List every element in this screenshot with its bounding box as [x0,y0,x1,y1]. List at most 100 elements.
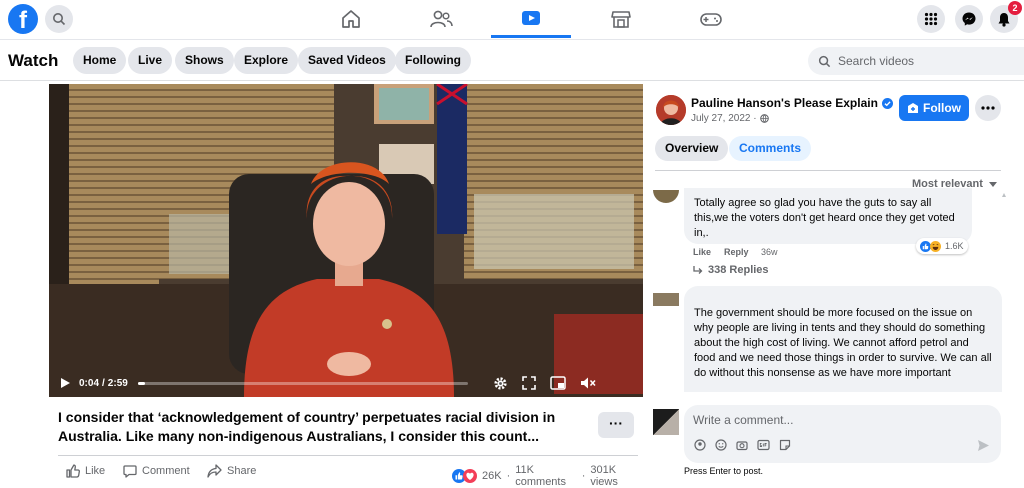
settings-gear-icon[interactable] [493,376,508,391]
home-icon [342,10,360,28]
comment-text: Totally agree so glad you have the guts … [694,197,955,239]
thumbs-up-icon [66,464,80,478]
reply-arrow-icon [693,266,703,274]
page-name[interactable]: Pauline Hanson's Please Explain [691,96,878,110]
stats-separator: · [506,470,511,482]
video-player[interactable]: 0:04 / 2:59 [49,84,643,397]
camera-icon[interactable] [736,439,748,451]
commenter-avatar[interactable] [653,190,679,203]
nav-marketplace[interactable] [581,0,661,38]
bell-icon [998,12,1010,27]
follow-label: Follow [923,101,961,115]
picture-in-picture-icon[interactable] [550,376,566,390]
top-navigation-bar: f 2 [0,0,1024,40]
nav-watch[interactable] [491,0,571,38]
follow-page-icon [908,103,918,113]
comment-reactions[interactable]: 1.6K [916,238,968,254]
notifications-button[interactable]: 2 [990,1,1022,33]
verified-badge-icon [881,97,893,109]
post-date-row: July 27, 2022 · [691,113,769,124]
view-replies-link[interactable]: 338 Replies [693,264,769,276]
like-button[interactable]: Like [66,464,105,478]
volume-muted-icon[interactable] [580,376,596,390]
tab-live[interactable]: Live [128,47,173,74]
nav-gaming[interactable] [671,0,751,38]
comments-scrollbar[interactable] [1002,192,1006,392]
page-name-row: Pauline Hanson's Please Explain [691,96,893,110]
search-icon [818,55,831,67]
tab-shows[interactable]: Shows [175,47,234,74]
reaction-count[interactable]: 26K [482,470,502,482]
video-controls: 0:04 / 2:59 [49,369,643,397]
video-caption: I consider that ‘acknowledgement of coun… [58,409,556,444]
post-more-button[interactable]: ··· [598,412,634,438]
video-progress-bar[interactable] [137,381,468,385]
comment-age[interactable]: 36w [761,247,778,257]
more-dots-icon [981,106,995,110]
marketplace-icon [611,11,631,28]
messenger-button[interactable] [955,5,983,33]
follow-button[interactable]: Follow [899,95,969,121]
avatar-sticker-icon[interactable] [694,439,706,451]
search-videos-input[interactable]: Search videos [808,47,1024,75]
share-label: Share [227,465,257,477]
tab-explore[interactable]: Explore [234,47,299,74]
composer-tools [694,439,791,451]
tab-overview[interactable]: Overview [655,136,729,161]
stats-separator: · [581,470,586,482]
play-icon[interactable] [59,377,71,389]
nav-friends[interactable] [401,0,481,38]
comment-button[interactable]: Comment [123,464,190,478]
comment-reply-link[interactable]: Reply [724,247,749,257]
nav-home[interactable] [311,0,391,38]
notification-badge: 2 [1008,1,1022,15]
replies-count: 338 Replies [708,264,769,276]
love-reaction-icon [463,469,477,483]
tab-saved-videos[interactable]: Saved Videos [298,47,396,74]
video-current-time: 0:04 [79,377,100,389]
sticker-icon[interactable] [779,439,791,451]
post-actions-bar: Like Comment Share 26K · 11K comments · … [58,455,638,488]
watch-subnav: Watch Home Live Shows Explore Saved Vide… [0,41,1024,81]
friends-icon [430,10,453,28]
comment-bubble-icon [123,465,137,478]
video-frame [49,84,643,397]
facebook-logo[interactable]: f [8,4,38,34]
composer-hint: Press Enter to post. [684,466,764,476]
caret-down-icon [988,181,997,187]
gaming-controller-icon [700,13,722,26]
comment-bubble: Totally agree so glad you have the guts … [684,188,972,244]
current-user-avatar[interactable] [653,409,679,435]
post-details-panel: Pauline Hanson's Please Explain July 27,… [643,82,1024,488]
comment-text: The government should be more focused on… [694,307,992,379]
comment-reaction-count: 1.6K [945,241,964,251]
comments-count[interactable]: 11K comments [515,464,576,488]
search-button[interactable] [45,5,73,33]
tab-home[interactable]: Home [73,47,127,74]
comment-input-placeholder[interactable]: Write a comment... [693,413,793,427]
page-avatar[interactable] [656,95,686,125]
profile-photo [656,95,686,125]
scroll-up-arrow[interactable] [1002,192,1006,197]
post-date[interactable]: July 27, 2022 · [691,113,757,124]
fullscreen-icon[interactable] [522,376,536,390]
video-duration: 2:59 [107,377,128,389]
divider [655,170,1001,171]
emoji-icon[interactable] [715,439,727,451]
globe-icon [759,114,769,123]
comment-like-link[interactable]: Like [693,247,711,257]
tab-comments[interactable]: Comments [729,136,812,161]
haha-reaction-icon [930,240,941,252]
share-arrow-icon [207,464,222,478]
commenter-avatar[interactable] [653,293,679,306]
page-more-button[interactable] [975,95,1001,121]
comment-composer[interactable]: Write a comment... [684,405,1001,463]
watch-video-icon [522,10,540,25]
gif-icon[interactable] [757,439,770,451]
send-icon[interactable] [977,439,990,452]
reaction-icons[interactable] [452,469,477,483]
menu-button[interactable] [917,5,945,33]
share-button[interactable]: Share [207,464,256,478]
tab-following[interactable]: Following [395,47,471,74]
page-title: Watch [8,51,59,70]
